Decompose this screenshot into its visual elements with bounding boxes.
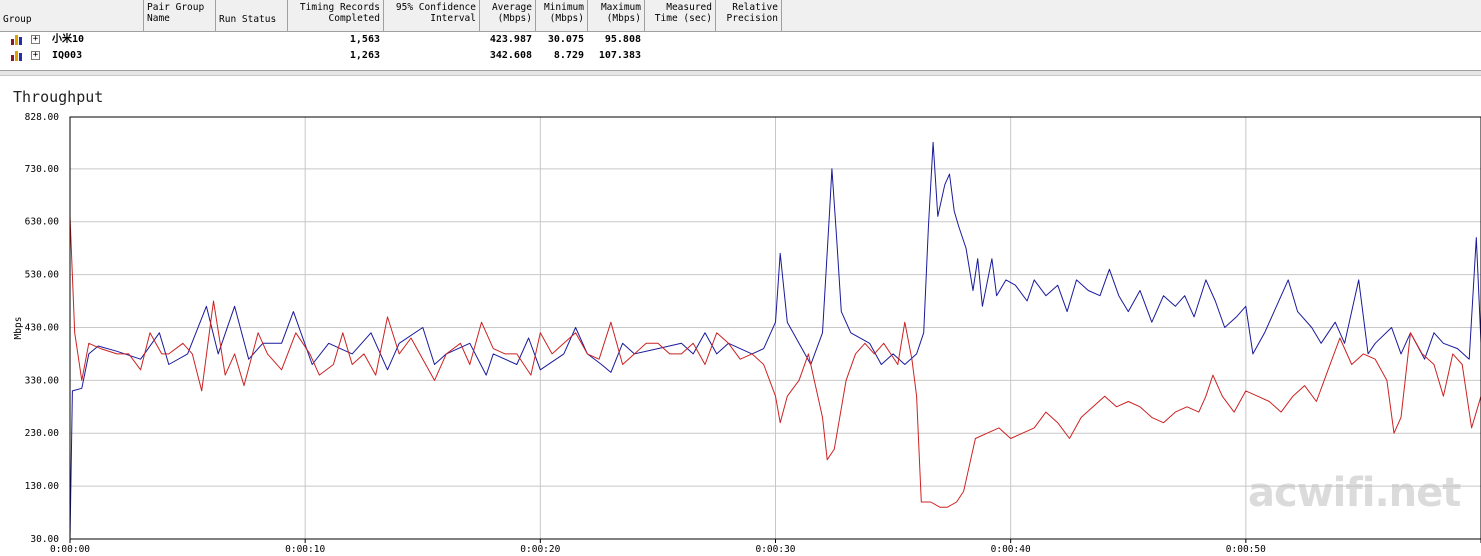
x-tick-label: 0:00:10 (285, 544, 325, 555)
x-tick-label: 0:00:00 (50, 544, 90, 555)
y-tick-label: 828.00 (25, 112, 60, 123)
y-tick-label: 630.00 (25, 217, 60, 228)
watermark-logo: acwifi.net (1248, 470, 1461, 516)
x-tick-label: 0:00:30 (755, 544, 795, 555)
y-tick-label: 430.00 (25, 322, 60, 333)
y-tick-label: 730.00 (25, 164, 60, 175)
y-tick-label: 130.00 (25, 481, 60, 492)
y-tick-label: 330.00 (25, 375, 60, 386)
y-tick-label: 530.00 (25, 270, 60, 281)
x-tick-label: 0:00:40 (991, 544, 1031, 555)
y-tick-label: 230.00 (25, 428, 60, 439)
x-tick-label: 0:00:20 (520, 544, 560, 555)
x-tick-label: 0:00:50 (1226, 544, 1266, 555)
y-axis-label: Mbps (13, 317, 24, 340)
